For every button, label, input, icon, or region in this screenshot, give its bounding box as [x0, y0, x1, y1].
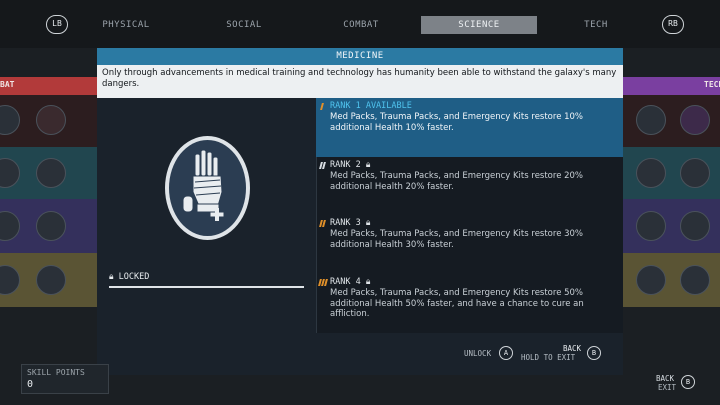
- back-label[interactable]: BACK: [563, 344, 581, 353]
- skill-tile[interactable]: [636, 105, 666, 135]
- corner-b-button[interactable]: B: [681, 375, 695, 389]
- lb-button[interactable]: LB: [46, 15, 68, 34]
- lock-icon: 🔒︎: [365, 160, 371, 170]
- rank-3-heading: RANK 3 🔒︎: [330, 218, 371, 228]
- combat-band-label: BAT: [0, 80, 15, 89]
- skill-badge: [165, 136, 250, 240]
- tab-social[interactable]: SOCIAL: [188, 16, 300, 34]
- lock-icon: 🔒︎: [365, 277, 371, 287]
- combat-header-band: [0, 77, 97, 95]
- skill-title: MEDICINE: [97, 48, 623, 65]
- tab-tech[interactable]: TECH: [540, 16, 652, 34]
- skill-tile[interactable]: [680, 211, 710, 241]
- rank-3-marker: [319, 220, 328, 228]
- rank-1-description: Med Packs, Trauma Packs, and Emergency K…: [330, 112, 584, 133]
- back-b-button[interactable]: B: [587, 346, 601, 360]
- rank-3-row[interactable]: RANK 3 🔒︎ Med Packs, Trauma Packs, and E…: [316, 215, 623, 271]
- tech-band-label: TECH: [704, 80, 720, 89]
- rank-3-description: Med Packs, Trauma Packs, and Emergency K…: [330, 229, 584, 250]
- unlock-a-button[interactable]: A: [499, 346, 513, 360]
- unlock-label[interactable]: UNLOCK: [464, 349, 491, 358]
- skill-points-panel: SKILL POINTS 0: [21, 364, 109, 394]
- skill-tile[interactable]: [36, 265, 66, 295]
- skill-tile[interactable]: [36, 211, 66, 241]
- lock-icon: 🔒︎: [365, 218, 371, 228]
- bandaged-hand-icon: [182, 149, 224, 221]
- skill-tile[interactable]: [36, 105, 66, 135]
- skill-tile[interactable]: [636, 211, 666, 241]
- skill-tile[interactable]: [636, 265, 666, 295]
- skill-detail-modal: MEDICINE Only through advancements in me…: [97, 48, 623, 375]
- rank-1-heading: RANK 1 AVAILABLE: [330, 101, 412, 111]
- lock-status: 🔒︎ LOCKED: [109, 272, 149, 282]
- tab-physical[interactable]: PHYSICAL: [70, 16, 182, 34]
- rank-2-description: Med Packs, Trauma Packs, and Emergency K…: [330, 171, 584, 192]
- rank-4-row[interactable]: RANK 4 🔒︎ Med Packs, Trauma Packs, and E…: [316, 274, 623, 333]
- lock-icon: 🔒︎: [109, 272, 114, 282]
- rank-1-marker: [319, 103, 328, 111]
- skill-tile[interactable]: [636, 158, 666, 188]
- hold-to-exit-label: HOLD TO EXIT: [521, 353, 576, 362]
- skill-points-value: 0: [27, 379, 34, 390]
- tab-combat[interactable]: COMBAT: [305, 16, 417, 34]
- skill-description: Only through advancements in medical tra…: [97, 65, 623, 98]
- skill-tile[interactable]: [36, 158, 66, 188]
- skill-category-nav: LB PHYSICAL SOCIAL COMBAT SCIENCE TECH R…: [0, 0, 720, 48]
- lock-status-text: LOCKED: [118, 272, 150, 282]
- corner-back-label[interactable]: BACK: [656, 374, 674, 383]
- rank-progress-bar: [109, 286, 304, 288]
- skill-tile[interactable]: [680, 105, 710, 135]
- rank-2-heading: RANK 2 🔒︎: [330, 160, 371, 170]
- modal-footer: UNLOCK A BACK HOLD TO EXIT B: [97, 333, 623, 375]
- rank-1-row[interactable]: RANK 1 AVAILABLE Med Packs, Trauma Packs…: [316, 98, 623, 157]
- skill-tile[interactable]: [680, 265, 710, 295]
- skill-tile[interactable]: [680, 158, 710, 188]
- rank-2-row[interactable]: RANK 2 🔒︎ Med Packs, Trauma Packs, and E…: [316, 157, 623, 213]
- tab-science[interactable]: SCIENCE: [421, 16, 537, 34]
- rank-4-description: Med Packs, Trauma Packs, and Emergency K…: [330, 288, 584, 319]
- skill-points-label: SKILL POINTS: [27, 368, 85, 377]
- corner-exit-label: EXIT: [658, 383, 677, 392]
- rank-4-heading: RANK 4 🔒︎: [330, 277, 371, 287]
- rank-4-marker: [318, 279, 328, 287]
- rb-button[interactable]: RB: [662, 15, 684, 34]
- rank-2-marker: [319, 162, 328, 170]
- skill-icon-panel: 🔒︎ LOCKED: [97, 98, 316, 333]
